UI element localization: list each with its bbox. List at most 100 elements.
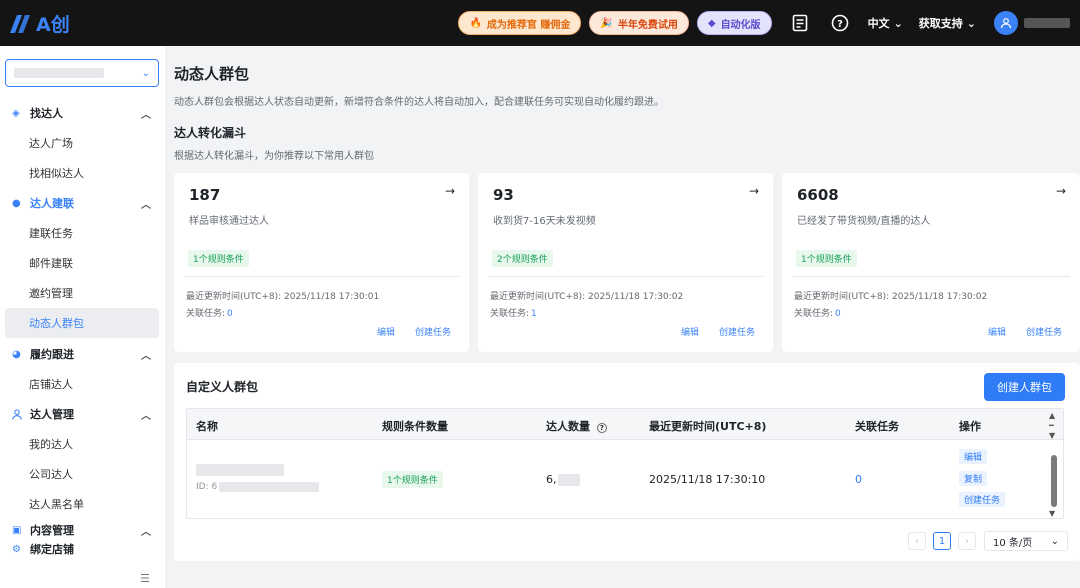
automation-label: 自动化版: [720, 19, 761, 31]
card-related-tasks: 关联任务: 0: [794, 306, 841, 319]
edit-button[interactable]: 编辑: [681, 325, 699, 338]
sidebar-item-creator-plaza[interactable]: 达人广场: [0, 128, 165, 158]
chevron-up-icon: ︿: [141, 109, 151, 121]
related-tasks-value[interactable]: 1: [531, 309, 537, 319]
document-icon[interactable]: [786, 9, 814, 37]
card-count: 187: [189, 186, 221, 204]
custom-audience-title: 自定义人群包: [186, 380, 259, 394]
sidebar-group-creator-management[interactable]: 达人管理 ︿: [0, 399, 165, 429]
sidebar-item-invitations[interactable]: 邀约管理: [0, 278, 165, 308]
sidebar-item-my-creators[interactable]: 我的达人: [0, 429, 165, 459]
card-label: 样品审核通过达人: [189, 216, 269, 227]
arrow-right-icon[interactable]: →: [1056, 184, 1066, 198]
create-audience-button[interactable]: 创建人群包: [984, 373, 1065, 401]
sidebar-group-outreach[interactable]: ● 达人建联 ︿: [0, 188, 165, 218]
row-id: ID: 6: [196, 482, 320, 492]
card-updated-time: 最近更新时间(UTC+8): 2025/11/18 17:30:01: [186, 292, 380, 302]
funnel-title: 达人转化漏斗: [174, 126, 247, 140]
edit-button[interactable]: 编辑: [377, 325, 395, 338]
svg-text:?: ?: [837, 19, 843, 30]
page-number-button[interactable]: 1: [933, 532, 951, 550]
related-tasks-label: 关联任务:: [186, 309, 226, 319]
sidebar-item-dynamic-audience[interactable]: 动态人群包: [5, 308, 159, 338]
create-task-button[interactable]: 创建任务: [1026, 325, 1062, 338]
info-icon[interactable]: ?: [596, 423, 607, 433]
sidebar-group-fulfillment[interactable]: ◕ 履约跟进 ︿: [0, 339, 165, 369]
avatar[interactable]: [994, 11, 1018, 35]
card-updated-time: 最近更新时间(UTC+8): 2025/11/18 17:30:02: [794, 292, 988, 302]
related-tasks-value[interactable]: 0: [227, 309, 233, 319]
rule-count-badge: 1个规则条件: [188, 250, 249, 267]
edit-button[interactable]: 编辑: [988, 325, 1006, 338]
sidebar-group-find[interactable]: ◈ 找达人 ︿: [0, 98, 165, 128]
rule-count-badge: 1个规则条件: [796, 250, 857, 267]
column-actions: 操作: [959, 420, 981, 433]
scroll-down-icon[interactable]: ▼: [1049, 509, 1055, 518]
scroll-down-icon[interactable]: ▼: [1049, 431, 1055, 440]
card-count: 6608: [797, 186, 839, 204]
sidebar-item-outreach-tasks[interactable]: 建联任务: [0, 218, 165, 248]
chevron-up-icon: ︿: [141, 410, 151, 422]
audience-card[interactable]: 187 → 样品审核通过达人 1个规则条件 最近更新时间(UTC+8): 202…: [174, 173, 469, 352]
column-updated-time: 最近更新时间(UTC+8): [649, 420, 767, 433]
audience-card[interactable]: 93 → 收到货7-16天未发视频 2个规则条件 最近更新时间(UTC+8): …: [478, 173, 773, 352]
sidebar-item-creator-blacklist[interactable]: 达人黑名单: [0, 489, 165, 519]
column-rule-count: 规则条件数量: [382, 420, 448, 433]
row-related-tasks[interactable]: 0: [855, 473, 862, 486]
sidebar-item-similar-creators[interactable]: 找相似达人: [0, 158, 165, 188]
sidebar-group-label: 履约跟进: [30, 348, 74, 361]
language-selector[interactable]: 中文 ⌄: [868, 15, 903, 31]
custom-audience-panel: 自定义人群包 创建人群包 名称 规则条件数量 达人数量 ? 最近更新时间(UTC…: [174, 363, 1080, 561]
arrow-right-icon[interactable]: →: [445, 184, 455, 198]
row-create-task-button[interactable]: 创建任务: [959, 492, 1006, 507]
table-scrollbar[interactable]: ▲ ━ ▼ ▼: [1049, 409, 1059, 518]
create-task-button[interactable]: 创建任务: [415, 325, 451, 338]
related-tasks-label: 关联任务:: [490, 309, 530, 319]
row-name-redacted[interactable]: [196, 464, 284, 479]
free-trial-button[interactable]: 🎉 半年免费试用: [589, 11, 689, 35]
sidebar-group-label: 内容管理: [30, 524, 74, 537]
related-tasks-value[interactable]: 0: [835, 309, 841, 319]
row-rules: 1个规则条件: [382, 471, 443, 488]
main-content: 动态人群包 动态人群包会根据达人状态自动更新，新增符合条件的达人将自动加入，配合…: [165, 46, 1080, 588]
diamond-icon: ◈: [12, 107, 20, 119]
collapse-sidebar-icon[interactable]: ☰: [140, 572, 150, 585]
card-related-tasks: 关联任务: 0: [186, 306, 233, 319]
create-task-button[interactable]: 创建任务: [719, 325, 755, 338]
sidebar-group-label: 绑定店铺: [30, 543, 74, 556]
sidebar-item-company-creators[interactable]: 公司达人: [0, 459, 165, 489]
support-label: 获取支持: [918, 17, 963, 30]
chevron-up-icon: ︿: [141, 350, 151, 362]
referral-promo-button[interactable]: 🔥 成为推荐官 赚佣金: [458, 11, 582, 35]
row-creator-count-prefix: 6,: [546, 473, 557, 486]
scroll-up-icon[interactable]: ▲: [1049, 411, 1055, 420]
prev-page-button[interactable]: ‹: [908, 532, 926, 550]
sidebar-group-content[interactable]: ▣ 内容管理 ︿: [0, 520, 165, 540]
row-edit-button[interactable]: 编辑: [959, 449, 988, 464]
page-size-label: 10 条/页: [993, 537, 1033, 549]
column-creator-count: 达人数量 ?: [546, 418, 607, 434]
card-related-tasks: 关联任务: 1: [490, 306, 537, 319]
help-icon[interactable]: ?: [826, 9, 854, 37]
card-label: 收到货7-16天未发视频: [493, 216, 596, 227]
card-updated-time: 最近更新时间(UTC+8): 2025/11/18 17:30:02: [490, 292, 684, 302]
shop-selector[interactable]: ⌄: [5, 59, 159, 87]
divider: [184, 276, 459, 277]
referral-promo-label: 成为推荐官 赚佣金: [486, 19, 571, 31]
chat-icon: ●: [12, 197, 21, 209]
brand-logo[interactable]: A创: [10, 10, 70, 37]
sidebar-item-shop-creators[interactable]: 店铺达人: [0, 369, 165, 399]
row-copy-button[interactable]: 复制: [959, 471, 988, 486]
scrollbar-thumb[interactable]: [1051, 455, 1057, 507]
audience-card[interactable]: 6608 → 已经发了带货视频/直播的达人 1个规则条件 最近更新时间(UTC+…: [782, 173, 1080, 352]
support-menu[interactable]: 获取支持 ⌄: [919, 15, 976, 31]
next-page-button[interactable]: ›: [958, 532, 976, 550]
page-description: 动态人群包会根据达人状态自动更新，新增符合条件的达人将自动加入，配合建联任务可实…: [174, 97, 664, 108]
arrow-right-icon[interactable]: →: [749, 184, 759, 198]
column-related-tasks: 关联任务: [855, 420, 899, 433]
sidebar-group-bind-shop[interactable]: ⚙ 绑定店铺: [0, 539, 165, 559]
automation-button[interactable]: ◆ 自动化版: [696, 11, 772, 35]
top-bar: A创 🔥 成为推荐官 赚佣金 🎉 半年免费试用 ◆ 自动化版 ? 中文 ⌄ 获取…: [0, 0, 1080, 46]
sidebar-item-email-outreach[interactable]: 邮件建联: [0, 248, 165, 278]
page-size-select[interactable]: 10 条/页 ⌄: [984, 531, 1068, 551]
